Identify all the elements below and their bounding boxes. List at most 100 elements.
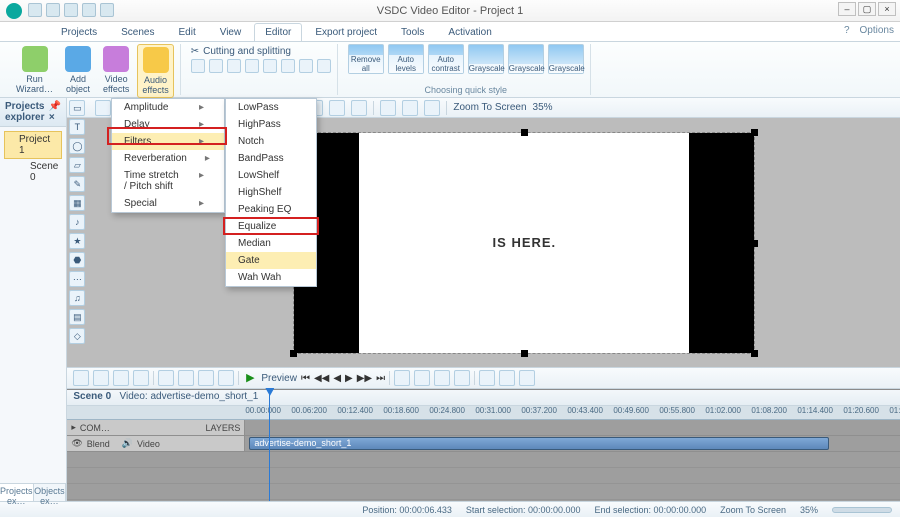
track-blend[interactable]: Blend (87, 439, 110, 449)
track-com[interactable]: COM… (80, 423, 110, 433)
tool-icon[interactable]: ⋯ (69, 271, 85, 287)
tree-project-1[interactable]: Project 1 (4, 131, 62, 159)
style-remove-all[interactable]: Remove all (348, 44, 384, 74)
tree-scene-0[interactable]: Scene 0 (4, 159, 62, 185)
qat-btn[interactable] (100, 3, 114, 17)
tool-icon[interactable]: ♫ (69, 290, 85, 306)
tool-icon[interactable]: ✎ (69, 176, 85, 192)
tb-btn[interactable] (380, 100, 396, 116)
tab-activation[interactable]: Activation (437, 23, 502, 41)
transport-btn[interactable]: ⏭ (376, 373, 385, 384)
tool-icon[interactable]: ♪ (69, 214, 85, 230)
tl-btn[interactable] (519, 370, 535, 386)
tab-edit[interactable]: Edit (167, 23, 206, 41)
menu-item[interactable]: Delay (112, 116, 224, 133)
tool-icon[interactable]: ⬣ (69, 252, 85, 268)
menu-item[interactable]: BandPass (226, 150, 316, 167)
tool-icon[interactable]: ▤ (69, 309, 85, 325)
menu-item[interactable]: HighPass (226, 116, 316, 133)
transport-btn[interactable]: ▶ (345, 373, 353, 384)
menu-item[interactable]: Amplitude (112, 99, 224, 116)
tab-editor[interactable]: Editor (254, 23, 302, 41)
tool-icon[interactable]: T (69, 119, 85, 135)
tb-btn[interactable] (329, 100, 345, 116)
close-button[interactable]: × (878, 2, 896, 16)
minimize-button[interactable]: – (838, 2, 856, 16)
help-icon[interactable]: ? (844, 25, 850, 36)
projects-tab[interactable]: Projects ex… (0, 484, 34, 501)
tb-btn[interactable] (424, 100, 440, 116)
tl-btn[interactable] (113, 370, 129, 386)
timeline-clip[interactable]: advertise-demo_short_1 (249, 437, 829, 450)
tl-btn[interactable] (178, 370, 194, 386)
tl-btn[interactable] (133, 370, 149, 386)
menu-item[interactable]: Reverberation (112, 150, 224, 167)
transport-btn[interactable]: ◀ (333, 373, 341, 384)
menu-item[interactable]: Special (112, 195, 224, 212)
objects-tab[interactable]: Objects ex… (34, 484, 67, 501)
play-button[interactable]: ▶ (243, 371, 257, 385)
audio-effects-button[interactable]: Audio effects (137, 44, 173, 98)
tool-icon[interactable]: ★ (69, 233, 85, 249)
tl-btn[interactable] (414, 370, 430, 386)
tl-btn[interactable] (499, 370, 515, 386)
tab-scenes[interactable]: Scenes (110, 23, 165, 41)
menu-item[interactable]: HighShelf (226, 184, 316, 201)
menu-item[interactable]: Peaking EQ (226, 201, 316, 218)
tb-btn[interactable] (351, 100, 367, 116)
status-zoom-value[interactable]: 35% (800, 505, 818, 515)
menu-item[interactable]: Equalize (226, 218, 316, 235)
menu-item[interactable]: Filters (112, 133, 224, 150)
playhead[interactable] (269, 390, 270, 501)
tl-btn[interactable] (394, 370, 410, 386)
tb-btn[interactable] (402, 100, 418, 116)
tool-icon[interactable]: ▭ (69, 100, 85, 116)
style-grayscale-2[interactable]: Grayscale (508, 44, 544, 74)
tab-view[interactable]: View (209, 23, 253, 41)
style-grayscale-1[interactable]: Grayscale (468, 44, 504, 74)
tab-projects[interactable]: Projects (50, 23, 108, 41)
tl-btn[interactable] (454, 370, 470, 386)
tool-icon[interactable]: ◯ (69, 138, 85, 154)
zoom-value[interactable]: 35% (533, 102, 553, 113)
tl-btn[interactable] (158, 370, 174, 386)
tool-icon[interactable]: ▱ (69, 157, 85, 173)
menu-item[interactable]: Median (226, 235, 316, 252)
menu-item[interactable]: LowShelf (226, 167, 316, 184)
style-auto-contrast[interactable]: Auto contrast (428, 44, 464, 74)
tl-btn[interactable] (73, 370, 89, 386)
qat-btn[interactable] (82, 3, 96, 17)
tl-btn[interactable] (218, 370, 234, 386)
timeline-ruler[interactable]: 00.00:00000.06:20000:12.40000:18.60000:2… (67, 406, 900, 420)
tab-export[interactable]: Export project (304, 23, 388, 41)
pin-icon[interactable]: 📌× (49, 101, 61, 123)
qat-btn[interactable] (64, 3, 78, 17)
style-auto-levels[interactable]: Auto levels (388, 44, 424, 74)
menu-item[interactable]: LowPass (226, 99, 316, 116)
run-wizard-button[interactable]: Run Wizard… (12, 44, 57, 98)
style-grayscale-3[interactable]: Grayscale (548, 44, 584, 74)
scene-tab[interactable]: Scene 0 (73, 391, 111, 402)
tl-btn[interactable] (479, 370, 495, 386)
menu-item[interactable]: Wah Wah (226, 269, 316, 286)
zoom-slider[interactable] (832, 507, 892, 513)
tl-btn[interactable] (198, 370, 214, 386)
transport-btn[interactable]: ▶▶ (357, 373, 372, 384)
tool-icon[interactable]: ▦ (69, 195, 85, 211)
transport-btn[interactable]: ◀◀ (314, 373, 329, 384)
maximize-button[interactable]: ▢ (858, 2, 876, 16)
options-link[interactable]: Options (860, 25, 894, 36)
tab-tools[interactable]: Tools (390, 23, 435, 41)
video-effects-button[interactable]: Video effects (99, 44, 133, 98)
qat-btn[interactable] (46, 3, 60, 17)
scene-frame[interactable]: IS HERE. (294, 133, 754, 353)
menu-item[interactable]: Gate (226, 252, 316, 269)
add-object-button[interactable]: Add object (61, 44, 95, 98)
tool-icon[interactable]: ◇ (69, 328, 85, 344)
tl-btn[interactable] (434, 370, 450, 386)
menu-item[interactable]: Time stretch / Pitch shift (112, 167, 224, 195)
qat-btn[interactable] (28, 3, 42, 17)
tb-btn[interactable] (95, 100, 111, 116)
menu-item[interactable]: Notch (226, 133, 316, 150)
transport-btn[interactable]: ⏮ (301, 373, 310, 384)
